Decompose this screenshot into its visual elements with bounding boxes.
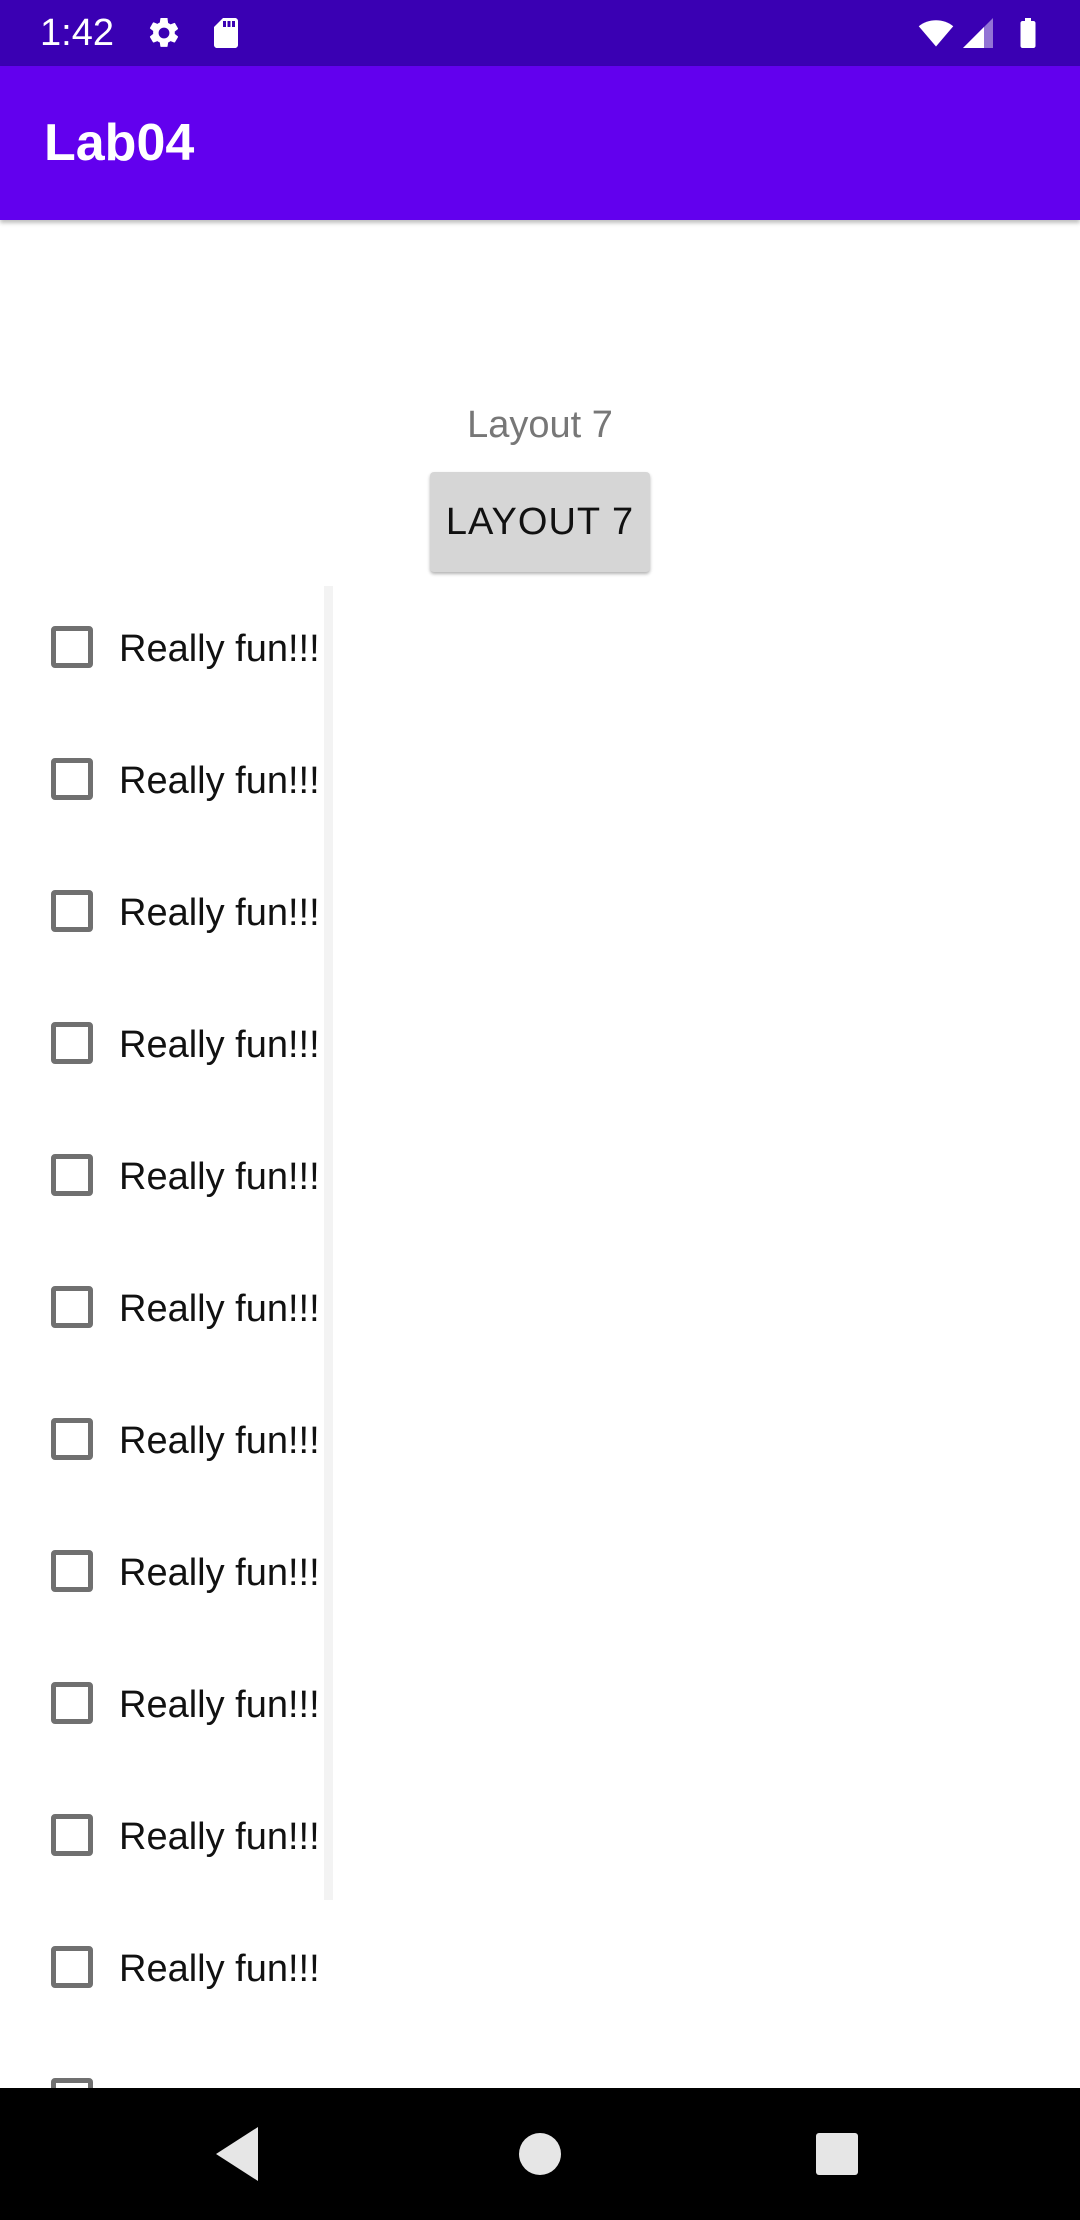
checkbox-item[interactable] <box>0 2038 330 2088</box>
checkbox-item[interactable]: Really fun!!! <box>0 1774 330 1906</box>
checkbox-item[interactable]: Really fun!!! <box>0 1642 330 1774</box>
checkbox-item[interactable]: Really fun!!! <box>0 1114 330 1246</box>
checkbox-label: Really fun!!! <box>119 1024 320 1066</box>
gear-icon <box>149 17 179 47</box>
app-title: Lab04 <box>44 114 195 172</box>
checkbox-label: Really fun!!! <box>119 1288 320 1330</box>
checkbox-label: Really fun!!! <box>119 760 320 802</box>
checkbox-item[interactable]: Really fun!!! <box>0 1246 330 1378</box>
checkbox-item[interactable]: Really fun!!! <box>0 586 330 718</box>
checkbox[interactable] <box>51 890 93 932</box>
wifi-icon <box>918 20 954 47</box>
checkbox[interactable] <box>51 1550 93 1592</box>
checkbox-label: Really fun!!! <box>119 892 320 934</box>
checkbox-item[interactable]: Really fun!!! <box>0 1378 330 1510</box>
checkbox-label: Really fun!!! <box>119 1156 320 1198</box>
checkbox[interactable] <box>51 626 93 668</box>
app-bar: Lab04 <box>0 66 1080 220</box>
checkbox-label: Really fun!!! <box>119 1420 320 1462</box>
checkbox[interactable] <box>51 1946 93 1988</box>
checkbox[interactable] <box>51 2078 93 2088</box>
layout-label: Layout 7 <box>467 404 613 446</box>
checkbox[interactable] <box>51 758 93 800</box>
status-bar: 1:42 <box>0 0 1080 66</box>
checkbox-item[interactable]: Really fun!!! <box>0 718 330 850</box>
checkbox[interactable] <box>51 1682 93 1724</box>
layout-7-button[interactable]: LAYOUT 7 <box>430 472 650 572</box>
checkbox-item[interactable]: Really fun!!! <box>0 1906 330 2038</box>
checkbox-label: Really fun!!! <box>119 628 320 670</box>
checkbox-label: Really fun!!! <box>119 1684 320 1726</box>
home-icon[interactable] <box>504 2118 576 2190</box>
battery-icon <box>1020 18 1036 48</box>
checkbox[interactable] <box>51 1286 93 1328</box>
main-content: Layout 7 LAYOUT 7 Really fun!!! Really f… <box>0 220 1080 2088</box>
navigation-bar <box>0 2088 1080 2220</box>
checkbox-item[interactable]: Really fun!!! <box>0 982 330 1114</box>
checkbox[interactable] <box>51 1418 93 1460</box>
checkbox-label: Really fun!!! <box>119 1948 320 1990</box>
recents-icon[interactable] <box>801 2118 873 2190</box>
status-time: 1:42 <box>40 12 114 54</box>
back-icon[interactable] <box>204 2118 276 2190</box>
sd-card-icon <box>214 18 238 48</box>
checkbox-label: Really fun!!! <box>119 1816 320 1858</box>
checkbox-item[interactable]: Really fun!!! <box>0 1510 330 1642</box>
checkbox-item[interactable]: Really fun!!! <box>0 850 330 982</box>
signal-icon <box>963 18 993 48</box>
checkbox-label: Really fun!!! <box>119 1552 320 1594</box>
checkbox[interactable] <box>51 1814 93 1856</box>
checkbox[interactable] <box>51 1022 93 1064</box>
checkbox[interactable] <box>51 1154 93 1196</box>
